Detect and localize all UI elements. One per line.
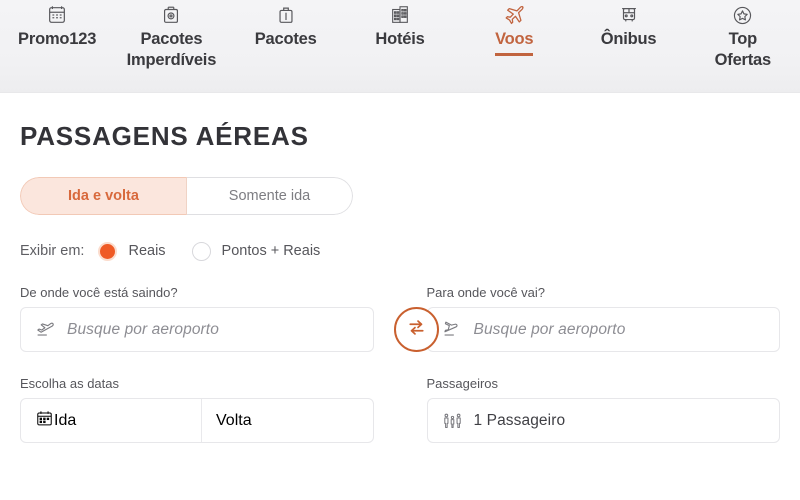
radio-dot-selected-icon [98,241,118,261]
nav-item-pacotes-imperdiveis[interactable]: Pacotes Imperdíveis [114,2,228,70]
star-circle-icon [730,2,756,28]
passengers-icon [442,410,463,431]
display-currency-group: Exibir em: Reais Pontos + Reais [20,240,780,262]
calendar-icon [35,409,54,433]
airport-fields-row: De onde você está saindo? Busque por aer… [20,285,780,352]
radio-label: Reais [128,243,166,259]
nav-item-hoteis[interactable]: Hotéis [343,2,457,50]
calendar-ticket-icon [44,2,70,28]
plane-takeoff-icon [35,319,56,340]
tab-somente-ida[interactable]: Somente ida [187,177,353,215]
nav-item-pacotes[interactable]: Pacotes [229,2,343,50]
trip-type-toggle: Ida e volta Somente ida [20,177,353,215]
page-title: PASSAGENS AÉREAS [20,121,309,151]
nav-item-promo123[interactable]: Promo123 [0,2,114,50]
nav-item-label: Hotéis [375,30,425,48]
return-date-input[interactable]: Volta [202,399,373,442]
passengers-field-group: Passageiros 1 Passageiro [426,376,780,443]
suitcase-icon [273,2,299,28]
nav-item-onibus[interactable]: Ônibus [571,2,685,50]
passengers-input[interactable]: 1 Passageiro [426,398,780,443]
origin-input[interactable]: Busque por aeroporto [20,307,374,352]
nav-item-label: Pacotes Imperdíveis [126,30,217,69]
return-date-placeholder-text: Volta [216,411,252,429]
destination-input[interactable]: Busque por aeroporto [426,307,780,352]
dates-passengers-row: Escolha as datas Ida Volta Passageiros 1… [20,376,780,443]
nav-item-label: Promo123 [18,30,97,48]
radio-label: Pontos + Reais [221,243,321,259]
destination-label: Para onde você vai? [426,285,546,300]
dates-label: Escolha as datas [20,376,120,391]
camera-suitcase-icon [158,2,184,28]
nav-item-label: Top Ofertas [714,30,772,69]
origin-placeholder-text: Busque por aeroporto [67,320,219,338]
display-currency-label: Exibir em: [20,243,85,259]
swap-arrows-icon [405,316,428,344]
destination-placeholder-text: Busque por aeroporto [473,320,626,338]
top-navigation-bar: Promo123 Pacotes Imperdíveis Pacotes Hot… [0,0,800,93]
bus-icon [616,2,642,28]
radio-dot-icon [191,241,211,261]
nav-items-list: Promo123 Pacotes Imperdíveis Pacotes Hot… [0,0,800,92]
swap-airports-button[interactable] [394,307,439,352]
airplane-icon [501,2,527,28]
depart-date-input[interactable]: Ida [21,399,202,442]
dates-field-group: Escolha as datas Ida Volta [20,376,374,443]
nav-item-label: Pacotes [254,30,317,48]
origin-label: De onde você está saindo? [20,285,178,300]
passengers-label: Passageiros [426,376,499,391]
nav-item-voos[interactable]: Voos [457,2,571,56]
depart-date-placeholder-text: Ida [54,411,77,429]
building-icon [387,2,413,28]
dates-input-container: Ida Volta [20,398,374,443]
plane-landing-icon [442,319,463,340]
nav-item-top-ofertas[interactable]: Top Ofertas [686,2,800,70]
passengers-value-text: 1 Passageiro [473,411,566,429]
flight-search-panel: PASSAGENS AÉREAS Ida e volta Somente ida… [0,93,800,500]
radio-option-pontos-reais[interactable]: Pontos + Reais [191,241,321,261]
origin-field-group: De onde você está saindo? Busque por aer… [20,285,374,352]
nav-item-label: Voos [495,29,534,56]
nav-item-label: Ônibus [600,30,657,48]
destination-field-group: Para onde você vai? Busque por aeroporto [426,285,780,352]
radio-option-reais[interactable]: Reais [98,241,166,261]
tab-ida-e-volta[interactable]: Ida e volta [20,177,187,215]
